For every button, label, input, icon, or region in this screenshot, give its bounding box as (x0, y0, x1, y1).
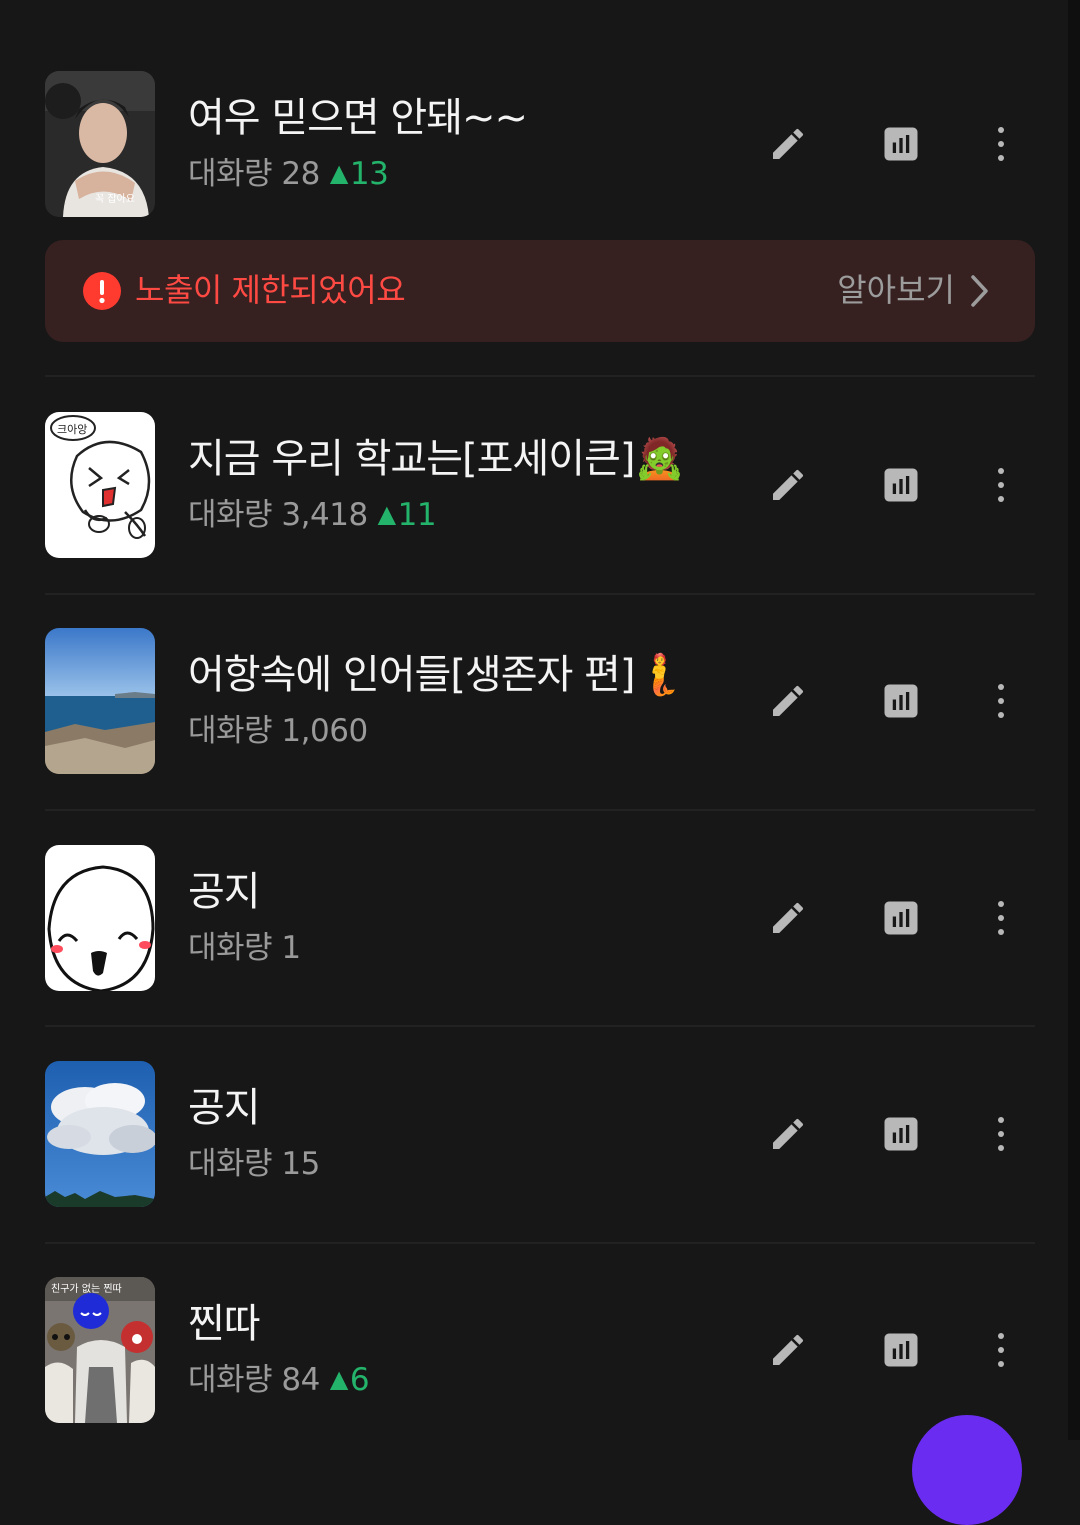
item-stats: 대화량 1 (188, 927, 301, 969)
increase-icon: ▲ (377, 500, 396, 528)
more-vertical-icon[interactable] (978, 121, 1024, 167)
stats-label: 대화량 (188, 1362, 273, 1398)
stats-count: 3,418 (281, 497, 368, 533)
exposure-restricted-banner[interactable]: 노출이 제한되었어요 알아보기 (45, 240, 1035, 342)
stats-count: 28 (281, 156, 320, 192)
divider (45, 809, 1035, 811)
pencil-icon[interactable] (765, 1327, 811, 1373)
thumbnail (45, 845, 155, 991)
stats-count: 84 (281, 1362, 320, 1398)
item-title: 어항속에 인어들[생존자 편]🧜 (188, 652, 684, 698)
list-item[interactable]: 크아앙 지금 우리 학교는[포세이큰]🧟 대화량 3,418 ▲11 (45, 412, 1035, 558)
thumbnail: 크아앙 (45, 412, 155, 558)
stats-label: 대화량 (188, 1146, 273, 1182)
stats-count: 15 (281, 1146, 320, 1182)
divider (45, 1025, 1035, 1027)
pencil-icon[interactable] (765, 895, 811, 941)
thumb-caption: 꼭 잡아요 (95, 193, 135, 205)
item-stats: 대화량 3,418 ▲11 (188, 494, 437, 538)
stats-label: 대화량 (188, 713, 273, 749)
floating-action-button[interactable] (912, 1415, 1022, 1525)
more-vertical-icon[interactable] (978, 678, 1024, 724)
bar-chart-icon[interactable] (878, 462, 924, 508)
stats-count: 1,060 (281, 713, 368, 749)
bar-chart-icon[interactable] (878, 1327, 924, 1373)
item-stats: 대화량 1,060 (188, 710, 368, 752)
increase-icon: ▲ (329, 1365, 348, 1393)
bar-chart-icon[interactable] (878, 1111, 924, 1157)
list-item[interactable]: 공지 대화량 1 (45, 845, 1035, 991)
more-vertical-icon[interactable] (978, 462, 1024, 508)
item-title: 공지 (188, 869, 261, 915)
divider (45, 1242, 1035, 1244)
learn-more-link[interactable]: 알아보기 (837, 268, 955, 312)
stats-delta: 6 (349, 1362, 370, 1398)
stats-count: 1 (281, 930, 301, 966)
item-title: 여우 믿으면 안돼~~ (188, 95, 528, 141)
bar-chart-icon[interactable] (878, 121, 924, 167)
thumbnail: 친구가 없는 찐따 (45, 1277, 155, 1423)
more-vertical-icon[interactable] (978, 1111, 1024, 1157)
stats-delta: 11 (397, 497, 437, 533)
item-title: 찐따 (188, 1301, 261, 1347)
list-item[interactable]: 어항속에 인어들[생존자 편]🧜 대화량 1,060 (45, 628, 1035, 774)
item-stats: 대화량 84 ▲6 (188, 1359, 370, 1403)
thumbnail (45, 1061, 155, 1207)
screen-edge (1068, 0, 1080, 1440)
pencil-icon[interactable] (765, 462, 811, 508)
thumb-caption: 크아앙 (57, 423, 87, 436)
thumbnail (45, 628, 155, 774)
stats-label: 대화량 (188, 497, 273, 533)
item-title: 공지 (188, 1085, 261, 1131)
more-vertical-icon[interactable] (978, 895, 1024, 941)
increase-icon: ▲ (329, 159, 348, 187)
list-item[interactable]: 친구가 없는 찐따 찐따 대화량 84 ▲6 (45, 1277, 1035, 1423)
item-stats: 대화량 15 (188, 1143, 320, 1185)
bar-chart-icon[interactable] (878, 895, 924, 941)
more-vertical-icon[interactable] (978, 1327, 1024, 1373)
divider (45, 593, 1035, 595)
divider (45, 375, 1035, 377)
list-item[interactable]: 꼭 잡아요 여우 믿으면 안돼~~ 대화량 28 ▲13 (45, 71, 1035, 217)
alert-circle-icon (83, 272, 121, 310)
stats-delta: 13 (349, 156, 389, 192)
list-item[interactable]: 공지 대화량 15 (45, 1061, 1035, 1207)
pencil-icon[interactable] (765, 678, 811, 724)
chevron-right-icon (971, 275, 988, 307)
pencil-icon[interactable] (765, 1111, 811, 1157)
item-stats: 대화량 28 ▲13 (188, 153, 389, 197)
notice-message: 노출이 제한되었어요 (135, 271, 406, 309)
item-title: 지금 우리 학교는[포세이큰]🧟 (188, 436, 684, 482)
stats-label: 대화량 (188, 156, 273, 192)
pencil-icon[interactable] (765, 121, 811, 167)
bar-chart-icon[interactable] (878, 678, 924, 724)
stats-label: 대화량 (188, 930, 273, 966)
thumb-caption: 친구가 없는 찐따 (51, 1282, 122, 1295)
thumbnail: 꼭 잡아요 (45, 71, 155, 217)
